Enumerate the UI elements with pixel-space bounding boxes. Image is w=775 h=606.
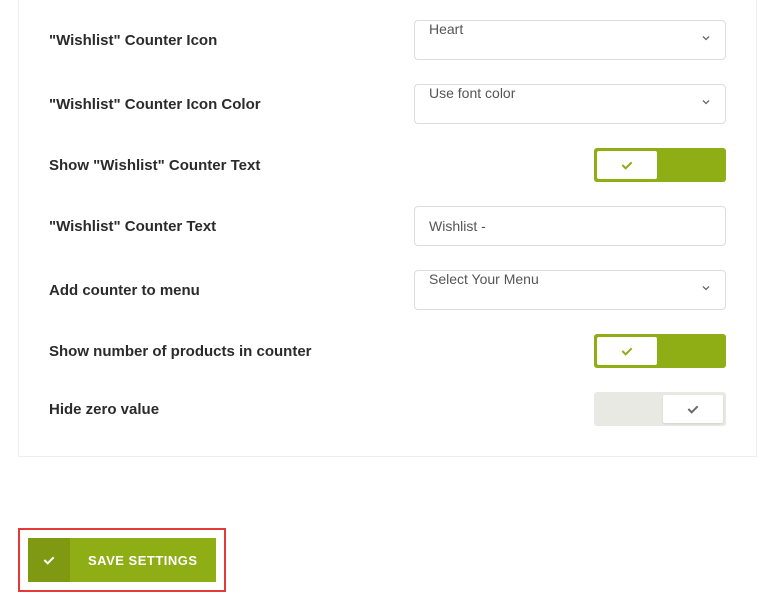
- save-settings-button[interactable]: SAVE SETTINGS: [28, 538, 216, 582]
- toggle-show-count[interactable]: [594, 334, 726, 368]
- select-counter-icon-color-value: Use font color: [414, 84, 726, 124]
- check-icon: [619, 343, 635, 359]
- toggle-knob: [663, 395, 723, 423]
- row-hide-zero: Hide zero value: [49, 392, 726, 426]
- toggle-show-counter-text[interactable]: [594, 148, 726, 182]
- label-add-to-menu: Add counter to menu: [49, 282, 414, 299]
- label-hide-zero: Hide zero value: [49, 401, 414, 418]
- input-counter-text[interactable]: [414, 206, 726, 246]
- label-counter-text: "Wishlist" Counter Text: [49, 218, 414, 235]
- row-counter-icon-color: "Wishlist" Counter Icon Color Use font c…: [49, 84, 726, 124]
- check-icon: [685, 401, 701, 417]
- check-icon: [619, 157, 635, 173]
- label-show-counter-text: Show "Wishlist" Counter Text: [49, 157, 414, 174]
- save-button-label: SAVE SETTINGS: [70, 538, 216, 582]
- select-counter-icon-value: Heart: [414, 20, 726, 60]
- row-show-count: Show number of products in counter: [49, 334, 726, 368]
- label-counter-icon-color: "Wishlist" Counter Icon Color: [49, 96, 414, 113]
- row-counter-text: "Wishlist" Counter Text: [49, 206, 726, 246]
- select-add-to-menu[interactable]: Select Your Menu: [414, 270, 726, 310]
- select-counter-icon[interactable]: Heart: [414, 20, 726, 60]
- settings-panel: "Wishlist" Counter Icon Heart "Wishlist"…: [18, 0, 757, 457]
- save-highlight: SAVE SETTINGS: [18, 528, 226, 592]
- label-counter-icon: "Wishlist" Counter Icon: [49, 32, 414, 49]
- select-add-to-menu-value: Select Your Menu: [414, 270, 726, 310]
- toggle-knob: [597, 337, 657, 365]
- check-icon: [28, 538, 70, 582]
- row-show-counter-text: Show "Wishlist" Counter Text: [49, 148, 726, 182]
- row-add-to-menu: Add counter to menu Select Your Menu: [49, 270, 726, 310]
- label-show-count: Show number of products in counter: [49, 343, 414, 360]
- toggle-knob: [597, 151, 657, 179]
- toggle-hide-zero[interactable]: [594, 392, 726, 426]
- select-counter-icon-color[interactable]: Use font color: [414, 84, 726, 124]
- row-counter-icon: "Wishlist" Counter Icon Heart: [49, 20, 726, 60]
